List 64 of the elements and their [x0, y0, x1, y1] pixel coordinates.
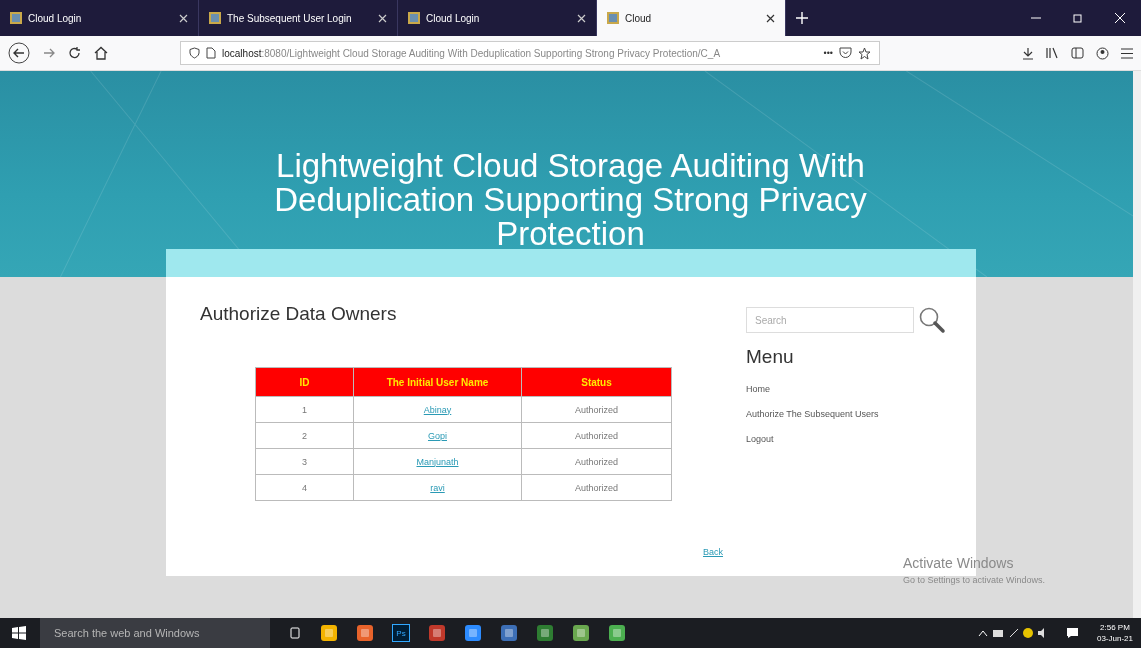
app-icon[interactable] [464, 624, 482, 642]
activation-title: Activate Windows [903, 555, 1014, 571]
photoshop-icon[interactable]: Ps [392, 624, 410, 642]
restore-icon[interactable] [1073, 13, 1083, 23]
home-icon[interactable] [94, 46, 108, 60]
app-icon[interactable] [428, 624, 446, 642]
pocket-icon[interactable] [839, 47, 852, 59]
clock-time: 2:56 PM [1100, 622, 1130, 633]
table-cell: 2 [255, 422, 354, 449]
site-title: Lightweight Cloud Storage Auditing With Deduplication Supporting Strong Privacy Protection [273, 149, 868, 251]
table-cell: Authorized [521, 448, 672, 475]
address-bar[interactable]: localhost:8080/Lightweight Cloud Storage Auditing With Deduplication Supporting Strong Privacy Protection/C_A ••• [180, 41, 880, 65]
shield-icon [189, 47, 200, 59]
table-cell: 3 [255, 448, 354, 475]
back-link[interactable]: Back [703, 547, 723, 557]
app-icon[interactable] [320, 624, 338, 642]
forward-icon[interactable] [42, 46, 56, 60]
clock-date: 03-Jun-21 [1096, 633, 1133, 644]
url-text: localhost:8080/Lightweight Cloud Storage Auditing With Deduplication Supporting Strong Privacy Protection/C_A [222, 47, 722, 59]
table-cell: 4 [255, 474, 354, 501]
scrollbar[interactable] [1133, 71, 1141, 618]
page-icon [206, 47, 216, 59]
activation-message: Go to Settings to activate Windows. [903, 575, 1046, 585]
page-icon [607, 12, 619, 24]
close-icon[interactable] [766, 13, 775, 23]
task-view-icon[interactable] [288, 627, 302, 639]
column-header: The Initial User Name [353, 367, 522, 397]
sidebar-icon[interactable] [1071, 47, 1084, 59]
menu-link[interactable]: Authorize The Subsequent Users [746, 409, 879, 428]
app-icon[interactable] [572, 624, 590, 642]
account-icon[interactable] [1096, 46, 1109, 60]
taskbar-search-field[interactable]: Search the web and Windows [40, 618, 270, 648]
download-icon[interactable] [1022, 46, 1034, 60]
app-icon[interactable] [536, 624, 554, 642]
app-icon[interactable] [356, 624, 374, 642]
table-cell: Authorized [521, 396, 672, 423]
new-tab-icon[interactable] [796, 12, 808, 24]
app-icon[interactable] [608, 624, 626, 642]
more-actions-text[interactable]: ••• [823, 48, 833, 58]
table-cell: 1 [255, 396, 354, 423]
user-link[interactable]: Gopi [428, 430, 447, 441]
page-icon [209, 12, 221, 24]
menu-link[interactable]: Logout [746, 434, 774, 453]
page-heading: Authorize Data Owners [200, 303, 397, 325]
menu-link[interactable]: Home [746, 384, 770, 403]
notification-icon[interactable] [1065, 627, 1079, 639]
page-icon [408, 12, 420, 24]
search-field[interactable]: Search [746, 307, 914, 333]
back-icon[interactable] [8, 42, 30, 64]
column-header: ID [255, 367, 354, 397]
user-link[interactable]: Abinay [423, 404, 452, 415]
page-icon [10, 12, 22, 24]
library-icon[interactable] [1046, 47, 1059, 59]
browser-tab[interactable]: Cloud [597, 0, 786, 36]
reload-icon[interactable] [68, 46, 82, 60]
search-icon[interactable] [918, 306, 946, 334]
menu-heading: Menu [746, 346, 794, 368]
star-icon[interactable] [858, 46, 871, 60]
table-cell: Authorized [521, 422, 672, 449]
column-header: Status [521, 367, 672, 397]
menu-icon[interactable] [1121, 47, 1133, 59]
windows-logo-icon[interactable] [12, 626, 26, 640]
app-icon[interactable] [500, 624, 518, 642]
table-cell: Authorized [521, 474, 672, 501]
